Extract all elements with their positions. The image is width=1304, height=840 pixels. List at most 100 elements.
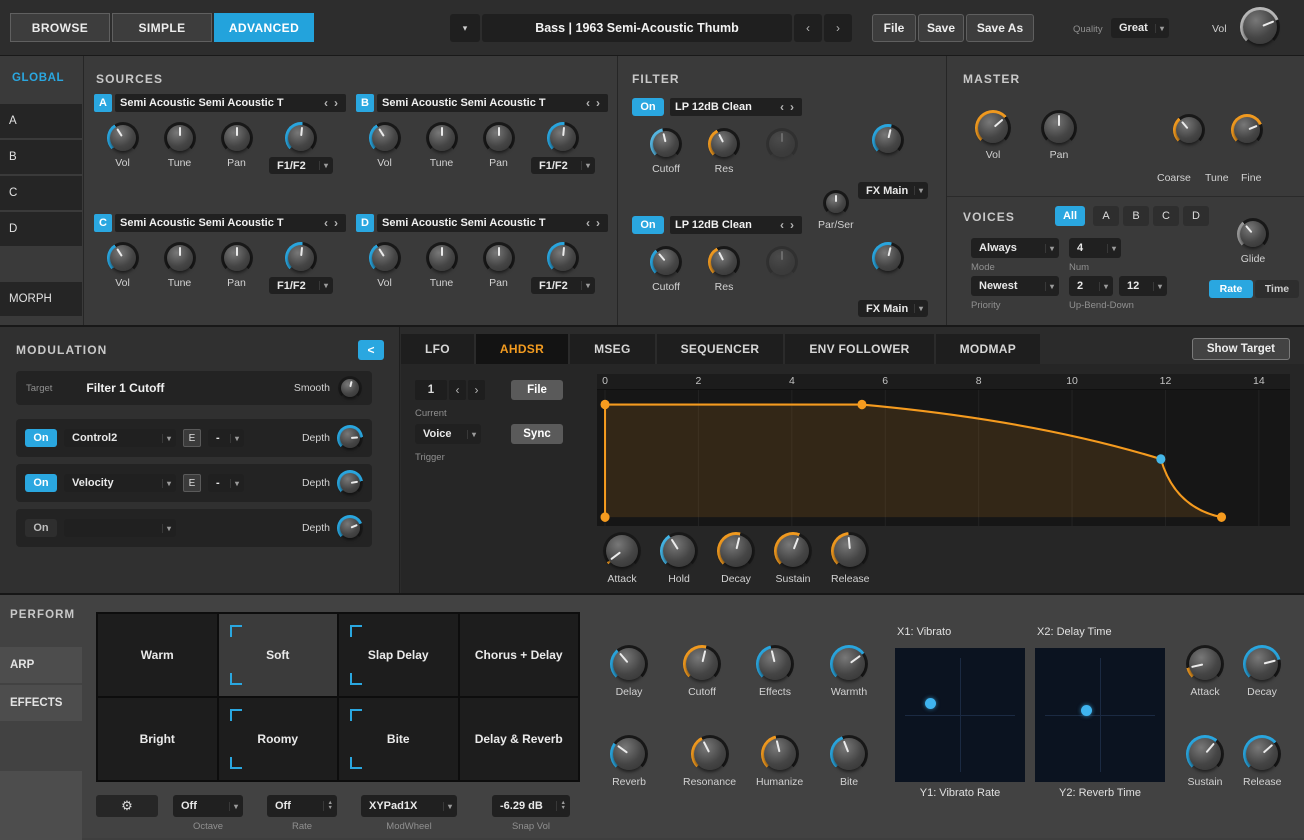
xy1-handle[interactable] [925,698,936,709]
pad-warm[interactable]: Warm [98,614,217,696]
voices-a-button[interactable]: A [1093,206,1119,226]
chevron-right-icon[interactable]: › [331,216,341,230]
source-badge-b[interactable]: B [356,94,374,112]
source-pan-knob[interactable]: Pan [208,242,265,294]
envelope-index-value[interactable]: 1 [415,380,447,400]
filter2-res-knob[interactable]: Res [708,246,740,293]
filter2-fx-route-select[interactable]: FX Main▾ [858,300,928,317]
filter2-type-select[interactable]: LP 12dB Clean ‹› [670,216,802,234]
source-tune-knob[interactable]: Tune [413,122,470,174]
perform-decay-knob[interactable]: Decay [1243,645,1281,698]
source-name-select[interactable]: Semi Acoustic Semi Acoustic T ‹› [115,94,346,112]
smooth-knob[interactable] [338,376,362,400]
file-button[interactable]: File [872,14,916,42]
modulation-collapse-button[interactable]: < [358,340,384,360]
pad-slap-delay[interactable]: Slap Delay [339,614,458,696]
snap-vol-stepper[interactable]: -6.29 dB▲▼ [492,795,570,817]
source-tune-knob[interactable]: Tune [151,122,208,174]
sidebar-item-arp[interactable]: ARP [0,647,82,683]
source-name-select[interactable]: Semi Acoustic Semi Acoustic T ‹› [377,94,608,112]
chevron-right-icon[interactable]: › [787,100,797,114]
sidebar-item-morph[interactable]: MORPH [0,282,82,316]
pad-bite[interactable]: Bite [339,698,458,780]
glide-time-toggle[interactable]: Time [1255,280,1299,298]
depth-knob[interactable] [337,470,363,496]
rate-stepper[interactable]: Off▲▼ [267,795,337,817]
sidebar-item-global[interactable]: GLOBAL [12,72,64,84]
filter1-drive-knob[interactable] [766,128,798,160]
envelope-graph[interactable] [597,390,1290,526]
chevron-left-icon[interactable]: ‹ [583,96,593,110]
tab-browse[interactable]: BROWSE [10,13,110,42]
bend-down-select[interactable]: 12▾ [1119,276,1167,296]
chevron-left-icon[interactable]: ‹ [321,216,331,230]
chevron-left-icon[interactable]: ‹ [583,216,593,230]
glide-knob[interactable]: Glide [1237,218,1269,265]
source-name-select[interactable]: Semi Acoustic Semi Acoustic T ‹› [115,214,346,232]
tab-advanced[interactable]: ADVANCED [214,13,314,42]
tab-env-follower[interactable]: ENV FOLLOWER [785,334,933,364]
chevron-left-icon[interactable]: ‹ [777,218,787,232]
decay-knob[interactable]: Decay [717,532,755,585]
source-pan-knob[interactable]: Pan [470,122,527,174]
mod-edit-button[interactable]: E [183,474,201,492]
depth-knob[interactable] [337,515,363,541]
source-filter-route-knob[interactable] [285,242,317,274]
mod-curve-select[interactable]: -▾ [208,429,244,447]
perform-sustain-knob[interactable]: Sustain [1186,735,1224,788]
voices-b-button[interactable]: B [1123,206,1149,226]
tab-sequencer[interactable]: SEQUENCER [657,334,784,364]
mod-curve-select[interactable]: -▾ [208,474,244,492]
source-filter-route-knob[interactable] [285,122,317,154]
master-coarse-tune-knob[interactable] [1173,114,1205,146]
filter1-on-button[interactable]: On [632,98,664,116]
filter1-res-knob[interactable]: Res [708,128,740,175]
modwheel-select[interactable]: XYPad1X▾ [361,795,457,817]
filter2-fx-knob[interactable] [872,242,904,274]
attack-knob[interactable]: Attack [603,532,641,585]
voices-mode-select[interactable]: Always▾ [971,238,1059,258]
pad-soft[interactable]: Soft [219,614,338,696]
xy-pad-2[interactable] [1035,648,1165,782]
filter2-drive-knob[interactable] [766,246,798,278]
filter1-fx-route-select[interactable]: FX Main▾ [858,182,928,199]
chevron-left-icon[interactable]: ‹ [777,100,787,114]
source-vol-knob[interactable]: Vol [94,242,151,294]
sustain-knob[interactable]: Sustain [774,532,812,585]
pads-settings-button[interactable]: ⚙ [96,795,158,817]
macro-effects-knob[interactable]: Effects [756,645,794,698]
tab-ahdsr[interactable]: AHDSR [476,334,568,364]
octave-select[interactable]: Off▾ [173,795,243,817]
filter1-fx-knob[interactable] [872,124,904,156]
tab-simple[interactable]: SIMPLE [112,13,212,42]
source-tune-knob[interactable]: Tune [413,242,470,294]
macro-humanize-knob[interactable]: Humanize [756,735,803,788]
source-filter-route-select[interactable]: F1/F2▾ [269,157,333,174]
preset-prev-button[interactable]: ‹ [794,14,822,42]
bend-up-select[interactable]: 2▾ [1069,276,1113,296]
source-filter-route-select[interactable]: F1/F2▾ [531,277,595,294]
pad-chorus-delay[interactable]: Chorus + Delay [460,614,579,696]
sidebar-item-b[interactable]: B [0,140,82,174]
filter2-cutoff-knob[interactable]: Cutoff [650,246,682,293]
sidebar-item-c[interactable]: C [0,176,82,210]
source-filter-route-select[interactable]: F1/F2▾ [269,277,333,294]
mod-source-select[interactable]: ▾ [64,519,176,537]
preset-next-button[interactable]: › [824,14,852,42]
voices-priority-select[interactable]: Newest▾ [971,276,1059,296]
filter-par-ser-knob[interactable]: Par/Ser [818,190,854,231]
filter1-type-select[interactable]: LP 12dB Clean ‹› [670,98,802,116]
preset-menu-button[interactable]: ▾ [450,14,480,42]
master-vol-knob[interactable] [1240,7,1280,47]
mod-on-button[interactable]: On [25,519,57,537]
voices-c-button[interactable]: C [1153,206,1179,226]
perform-release-knob[interactable]: Release [1243,735,1282,788]
source-pan-knob[interactable]: Pan [208,122,265,174]
mod-on-button[interactable]: On [25,474,57,492]
chevron-right-icon[interactable]: › [593,96,603,110]
master-pan-knob[interactable]: Pan [1041,110,1077,161]
source-vol-knob[interactable]: Vol [356,242,413,294]
pad-bright[interactable]: Bright [98,698,217,780]
envelope-next-button[interactable]: › [468,380,485,400]
voices-num-select[interactable]: 4▾ [1069,238,1121,258]
